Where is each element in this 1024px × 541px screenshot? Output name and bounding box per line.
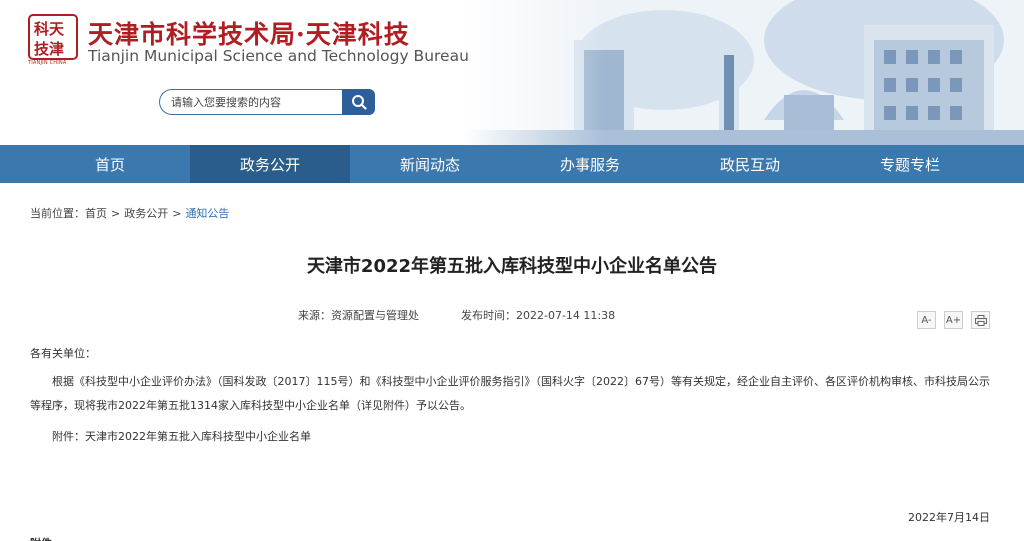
- logo-seal-icon: 科天 技津: [28, 14, 78, 60]
- nav-item-home[interactable]: 首页: [30, 145, 190, 183]
- breadcrumb-home[interactable]: 首页: [85, 205, 107, 221]
- site-title-en: Tianjin Municipal Science and Technology…: [88, 47, 469, 65]
- breadcrumb-notices[interactable]: 通知公告: [185, 205, 229, 221]
- breadcrumb: 当前位置：首页 > 政务公开 > 通知公告: [30, 205, 229, 221]
- font-decrease-button[interactable]: A-: [917, 311, 936, 329]
- search-input[interactable]: [159, 89, 343, 115]
- search-button[interactable]: [342, 89, 375, 115]
- font-increase-button[interactable]: A+: [944, 311, 963, 329]
- article-tools: A- A+: [917, 311, 990, 329]
- font-increase-label: A+: [945, 314, 962, 326]
- print-icon: [974, 314, 987, 326]
- article-paragraph: 根据《科技型中小企业评价办法》（国科发政〔2017〕115号）和《科技型中小企业…: [30, 375, 990, 412]
- search-icon: [351, 95, 367, 110]
- nav-item-services[interactable]: 办事服务: [510, 145, 670, 183]
- svg-text:科天: 科天: [34, 20, 65, 38]
- breadcrumb-separator: >: [172, 207, 182, 220]
- site-title-cn[interactable]: 天津市科学技术局·天津科技: [88, 15, 410, 51]
- attachment-heading: 附件: [30, 535, 52, 541]
- article-attachment-link[interactable]: 附件：天津市2022年第五批入库科技型中小企业名单: [30, 425, 995, 449]
- building-banner-image: [464, 0, 1024, 145]
- breadcrumb-gov-affairs[interactable]: 政务公开: [124, 205, 168, 221]
- article-publish-time: 发布时间：2022-07-14 11:38: [461, 309, 616, 322]
- article-title: 天津市2022年第五批入库科技型中小企业名单公告: [306, 256, 718, 277]
- nav-item-topics[interactable]: 专题专栏: [830, 145, 990, 183]
- main-nav: 首页 政务公开 新闻动态 办事服务 政民互动 专题专栏: [0, 145, 1024, 183]
- search-box: [159, 89, 375, 115]
- site-header: 科天 技津 TIANJIN CHINA 天津市科学技术局·天津科技 Tianji…: [0, 0, 1024, 145]
- nav-item-interaction[interactable]: 政民互动: [670, 145, 830, 183]
- font-decrease-label: A-: [921, 314, 932, 326]
- print-button[interactable]: [971, 311, 990, 329]
- breadcrumb-prefix: 当前位置：: [30, 207, 85, 220]
- svg-text:技津: 技津: [34, 40, 64, 58]
- nav-item-gov-affairs[interactable]: 政务公开: [190, 145, 350, 183]
- seal-caption: TIANJIN CHINA: [28, 60, 67, 66]
- article-meta: 来源：资源配置与管理处 发布时间：2022-07-14 11:38: [298, 307, 615, 323]
- article-salutation: 各有关单位：: [30, 347, 96, 360]
- breadcrumb-separator: >: [111, 207, 121, 220]
- article-date: 2022年7月14日: [908, 511, 990, 524]
- article-source: 来源：资源配置与管理处: [298, 309, 419, 322]
- nav-item-news[interactable]: 新闻动态: [350, 145, 510, 183]
